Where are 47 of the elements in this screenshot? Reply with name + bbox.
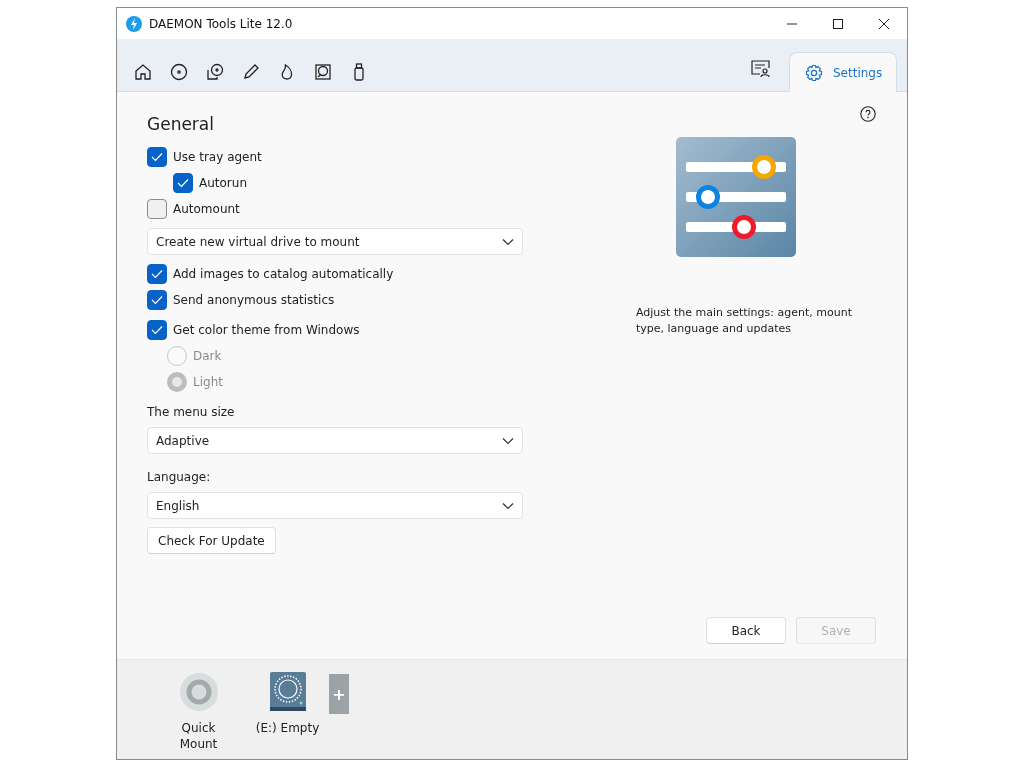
- dock-label: Quick Mount: [178, 720, 219, 752]
- help-icon[interactable]: [860, 106, 876, 122]
- checkmark-icon: [151, 152, 163, 162]
- settings-icon: [805, 63, 823, 82]
- dropdown[interactable]: English: [147, 492, 523, 519]
- field-label: Language:: [147, 470, 212, 484]
- radio-label: Dark: [193, 349, 222, 363]
- chevron-down-icon: [502, 436, 514, 445]
- pencil-icon: [241, 62, 261, 82]
- footer-button[interactable]: Back: [706, 617, 786, 644]
- certificate-icon: [751, 60, 771, 78]
- settings-tab[interactable]: Settings: [789, 52, 897, 92]
- lightning-logo-icon: [126, 15, 142, 32]
- settings-description: Adjust the main settings: agent, mount type, language and updates: [636, 305, 853, 337]
- drive-icon[interactable]: [269, 672, 306, 712]
- home-icon: [133, 62, 153, 82]
- checkbox[interactable]: [173, 173, 193, 193]
- dropdown[interactable]: Adaptive: [147, 427, 523, 454]
- disc-icon: [169, 62, 189, 82]
- checkmark-icon: [151, 325, 163, 335]
- disk-image-icon: [313, 62, 333, 82]
- checkbox-label: Get color theme from Windows: [173, 323, 360, 337]
- disc-drive-icon: [205, 62, 225, 82]
- checkbox-label: Automount: [173, 202, 240, 216]
- checkmark-icon: [151, 269, 163, 279]
- checkbox[interactable]: [147, 320, 167, 340]
- chevron-down-icon: [502, 237, 514, 246]
- check-update-button[interactable]: Check For Update: [147, 527, 276, 554]
- checkbox[interactable]: [147, 290, 167, 310]
- checkbox-label: Add images to catalog automatically: [173, 267, 394, 281]
- checkmark-icon: [151, 295, 163, 305]
- checkmark-icon: [177, 178, 189, 188]
- checkbox-label: Autorun: [199, 176, 247, 190]
- checkbox[interactable]: [147, 199, 167, 219]
- chevron-down-icon: [502, 501, 514, 510]
- checkbox-label: Send anonymous statistics: [173, 293, 335, 307]
- checkbox[interactable]: [147, 147, 167, 167]
- section-heading: General: [147, 114, 215, 134]
- checkbox[interactable]: [147, 264, 167, 284]
- dock-label: (E:) Empty: [254, 720, 321, 736]
- maximize-icon: [833, 18, 843, 29]
- checkbox-label: Use tray agent: [173, 150, 262, 164]
- window-title: DAEMON Tools Lite 12.0: [149, 16, 294, 31]
- field-label: The menu size: [147, 405, 236, 419]
- radio-label: Light: [193, 375, 223, 389]
- dropdown[interactable]: Create new virtual drive to mount: [147, 228, 523, 255]
- close-icon: [879, 18, 889, 29]
